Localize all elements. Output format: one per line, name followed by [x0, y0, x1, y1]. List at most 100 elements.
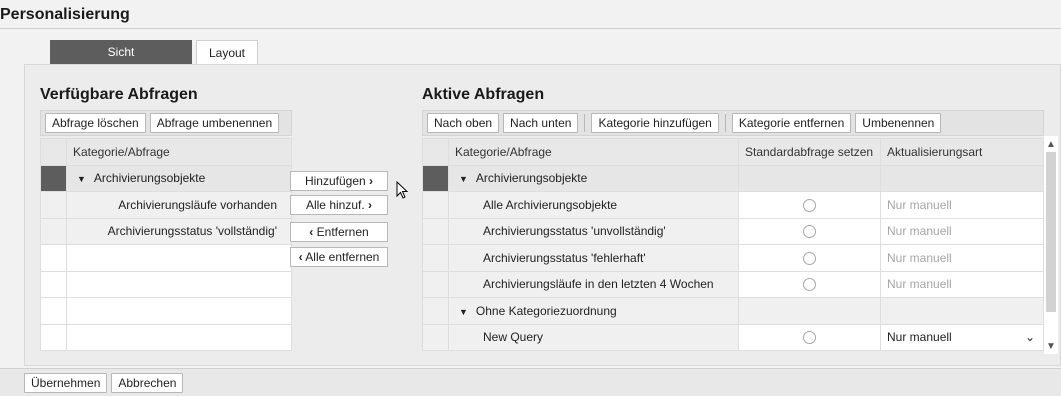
tab-personalize-view[interactable]: Sicht personalisieren	[50, 40, 192, 83]
row-selector[interactable]	[422, 297, 449, 325]
default-radio[interactable]	[803, 198, 816, 212]
active-toolbar: Nach oben Nach unten Kategorie hinzufüge…	[422, 110, 1044, 136]
caret-down-icon[interactable]: ▼	[459, 307, 468, 317]
empty-cell	[66, 323, 292, 351]
available-toolbar: Abfrage löschen Abfrage umbenennen	[40, 110, 292, 136]
default-radio-cell	[738, 323, 881, 351]
table-row[interactable]	[40, 270, 292, 298]
row-label: Alle Archivierungsobjekte	[448, 191, 739, 219]
table-row[interactable]: ▼ Archivierungsobjekte	[422, 164, 1044, 192]
tab-layout[interactable]: Layout	[196, 40, 258, 64]
select-all-cell[interactable]	[40, 138, 67, 166]
row-selector[interactable]	[40, 217, 67, 245]
column-header-category: Kategorie/Abfrage	[448, 138, 739, 166]
table-row[interactable]: Archivierungsstatus 'fehlerhaft' Nur man…	[422, 244, 1044, 272]
page-title: Personalisierung	[0, 6, 130, 23]
caret-down-icon[interactable]: ▼	[459, 174, 468, 184]
delete-query-button[interactable]: Abfrage löschen	[45, 113, 146, 133]
row-selector[interactable]	[40, 297, 67, 325]
remove-button[interactable]: ‹ Entfernen	[290, 222, 388, 242]
update-type-cell: Nur manuell	[880, 217, 1044, 245]
remove-all-button-label: Alle entfernen	[305, 250, 380, 264]
apply-button[interactable]: Übernehmen	[24, 372, 108, 393]
update-type-select[interactable]: Nur manuell ⌄	[880, 323, 1044, 351]
update-type-cell: Nur manuell	[880, 191, 1044, 219]
table-row[interactable]: Archivierungsläufe vorhanden	[40, 191, 292, 219]
rename-button[interactable]: Umbenennen	[855, 113, 942, 133]
active-queries-title: Aktive Abfragen	[422, 86, 545, 103]
row-selector[interactable]	[422, 164, 449, 192]
table-row[interactable]: Archivierungsläufe in den letzten 4 Woch…	[422, 270, 1044, 298]
scroll-down-icon[interactable]: ▼	[1044, 340, 1058, 354]
row-label: Archivierungsobjekte	[475, 171, 588, 186]
column-header-update: Aktualisierungsart	[880, 138, 1044, 166]
default-radio-cell	[738, 191, 881, 219]
add-button[interactable]: Hinzufügen ›	[290, 171, 388, 191]
default-radio[interactable]	[803, 331, 816, 345]
scrollbar-thumb[interactable]	[1046, 152, 1056, 312]
table-row[interactable]	[40, 297, 292, 325]
empty-cell	[738, 297, 881, 325]
group-cell: ▼ Archivierungsobjekte	[448, 164, 739, 192]
row-selector[interactable]	[422, 191, 449, 219]
available-queries-title: Verfügbare Abfragen	[40, 86, 198, 103]
table-row[interactable]: ▼ Archivierungsobjekte	[40, 164, 292, 192]
row-label: Archivierungsstatus 'vollständig'	[66, 217, 292, 245]
table-row[interactable]	[40, 244, 292, 272]
empty-cell	[880, 164, 1044, 192]
row-selector[interactable]	[40, 323, 67, 351]
remove-all-button[interactable]: ‹ Alle entfernen	[290, 247, 388, 267]
select-all-cell[interactable]	[422, 138, 449, 166]
table-row[interactable]	[40, 323, 292, 351]
empty-cell	[66, 270, 292, 298]
footer-bar: Übernehmen Abbrechen	[0, 368, 1061, 396]
row-label: Archivierungsstatus 'fehlerhaft'	[448, 244, 739, 272]
title-divider	[0, 28, 1061, 29]
default-radio-cell	[738, 244, 881, 272]
default-radio[interactable]	[803, 251, 816, 265]
row-selector[interactable]	[40, 270, 67, 298]
empty-cell	[738, 164, 881, 192]
default-radio-cell	[738, 217, 881, 245]
row-selector[interactable]	[422, 323, 449, 351]
table-row[interactable]: New Query Nur manuell ⌄	[422, 323, 1044, 351]
row-selector[interactable]	[422, 244, 449, 272]
rename-query-button[interactable]: Abfrage umbenennen	[149, 113, 280, 133]
row-label: Archivierungsstatus 'unvollständig'	[448, 217, 739, 245]
scroll-up-icon[interactable]: ▲	[1044, 138, 1058, 152]
available-queries-table: Kategorie/Abfrage ▼ Archivierungsobjekte …	[40, 138, 292, 351]
cancel-button[interactable]: Abbrechen	[111, 372, 184, 393]
row-selector[interactable]	[422, 270, 449, 298]
update-type-cell: Nur manuell	[880, 244, 1044, 272]
row-selector[interactable]	[40, 244, 67, 272]
row-selector[interactable]	[40, 164, 67, 192]
add-category-button[interactable]: Kategorie hinzufügen	[591, 113, 719, 133]
row-label: Archivierungsobjekte	[93, 171, 206, 186]
move-down-button[interactable]: Nach unten	[503, 113, 579, 133]
table-row[interactable]: Archivierungsstatus 'unvollständig' Nur …	[422, 217, 1044, 245]
add-all-button[interactable]: Alle hinzuf. ›	[290, 195, 388, 215]
table-row[interactable]: Alle Archivierungsobjekte Nur manuell	[422, 191, 1044, 219]
chevron-down-icon[interactable]: ⌄	[1025, 330, 1035, 344]
row-label: Archivierungsläufe vorhanden	[66, 191, 292, 219]
row-selector[interactable]	[422, 217, 449, 245]
toolbar-separator	[584, 114, 586, 132]
empty-cell	[66, 297, 292, 325]
default-radio[interactable]	[803, 225, 816, 239]
table-row[interactable]: ▼ Ohne Kategoriezuordnung	[422, 297, 1044, 325]
move-up-button[interactable]: Nach oben	[427, 113, 500, 133]
row-selector[interactable]	[40, 191, 67, 219]
default-radio-cell	[738, 270, 881, 298]
table-row[interactable]: Archivierungsstatus 'vollständig'	[40, 217, 292, 245]
default-radio[interactable]	[803, 278, 816, 292]
row-label: Archivierungsläufe in den letzten 4 Woch…	[448, 270, 739, 298]
empty-cell	[880, 297, 1044, 325]
mouse-pointer-icon	[396, 181, 408, 199]
remove-button-label: Entfernen	[316, 225, 369, 239]
update-type-value: Nur manuell	[887, 330, 952, 345]
remove-category-button[interactable]: Kategorie entfernen	[731, 113, 852, 133]
chevron-right-icon: ›	[369, 174, 374, 188]
caret-down-icon[interactable]: ▼	[77, 174, 86, 184]
column-header-category: Kategorie/Abfrage	[66, 138, 292, 166]
chevron-left-icon: ‹	[298, 250, 303, 264]
